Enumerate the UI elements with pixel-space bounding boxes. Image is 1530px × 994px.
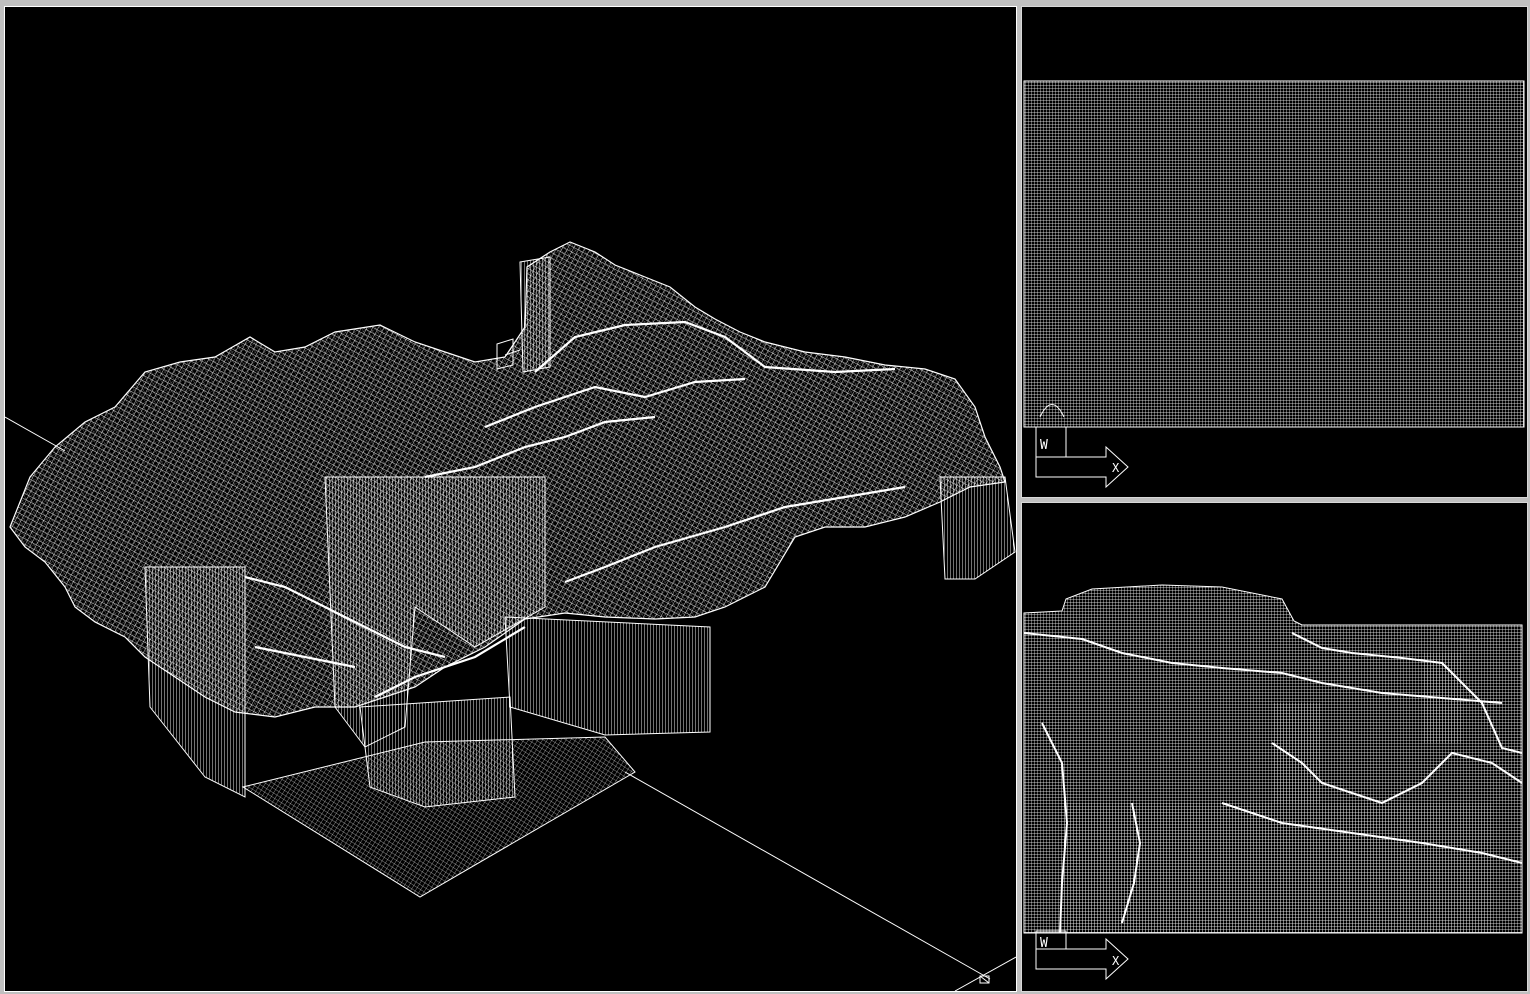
plan-mesh-grid bbox=[1023, 80, 1525, 428]
ucs-broken-pencil-icon bbox=[979, 975, 990, 984]
elevation-terrain-wireframe: W X bbox=[1023, 584, 1523, 981]
terrain-skirt-right bbox=[504, 616, 711, 736]
axis-line-right bbox=[624, 771, 991, 980]
viewport-3d-main[interactable] bbox=[4, 6, 1017, 992]
plan-grid-wireframe: W X bbox=[1023, 80, 1525, 489]
cad-application-window: W X W X bbox=[0, 0, 1530, 994]
elevation-mesh-spire bbox=[1272, 703, 1322, 803]
ucs-y-label: W bbox=[1040, 438, 1048, 453]
ucs-y-label: W bbox=[1040, 936, 1048, 951]
ucs-x-label: X bbox=[1112, 461, 1120, 475]
terrain-skirt-front bbox=[359, 696, 516, 808]
axis-line-corner bbox=[954, 956, 1016, 991]
ucs-icon: W X bbox=[1035, 426, 1129, 489]
elevation-mesh-cliffs bbox=[1062, 803, 1492, 933]
ucs-x-label: X bbox=[1112, 954, 1120, 968]
viewport-plan-top[interactable]: W X bbox=[1021, 6, 1528, 498]
terrain-wireframe-3d bbox=[5, 241, 1016, 991]
ucs-icon: W X bbox=[1035, 930, 1129, 981]
viewport-elevation-front[interactable]: W X bbox=[1021, 502, 1528, 992]
